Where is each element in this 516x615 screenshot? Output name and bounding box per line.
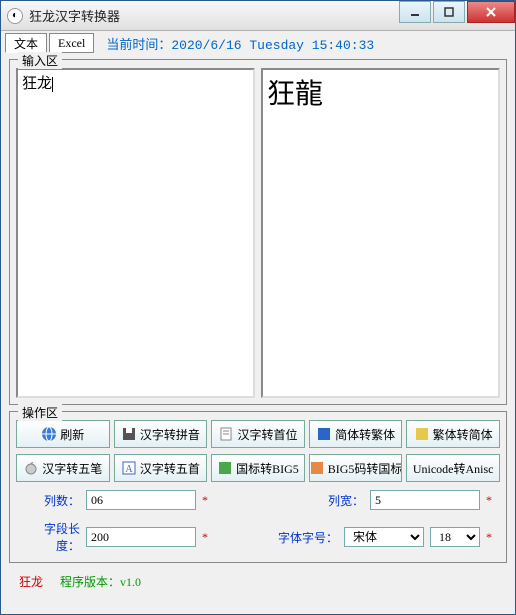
- app-icon: ◐: [7, 8, 23, 24]
- letter-icon: A: [121, 460, 137, 476]
- tab-text[interactable]: 文本: [5, 33, 47, 53]
- required-star: *: [202, 530, 208, 545]
- input-text: 狂龙: [22, 76, 52, 92]
- maximize-icon: [444, 7, 454, 17]
- seglen-input[interactable]: [86, 527, 196, 547]
- op-button-label: 繁体转简体: [433, 426, 493, 443]
- op-button[interactable]: BIG5码转国标: [309, 454, 403, 482]
- status-bar: 狂龙 程序版本：v1.0: [9, 569, 507, 594]
- close-icon: [485, 6, 497, 18]
- input-textarea[interactable]: 狂龙: [16, 68, 255, 398]
- op-button[interactable]: 汉字转五笔: [16, 454, 110, 482]
- time-prefix: 当前时间：: [106, 38, 171, 53]
- op-button-label: 汉字转首位: [237, 426, 297, 443]
- cols-input[interactable]: [86, 490, 196, 510]
- op-button[interactable]: 刷新: [16, 420, 110, 448]
- ops-group: 操作区 刷新汉字转拼音汉字转首位简体转繁体繁体转简体 汉字转五笔A汉字转五首国标…: [9, 411, 507, 563]
- op-button-label: BIG5码转国标: [328, 460, 403, 477]
- input-group: 输入区 狂龙 狂龍: [9, 59, 507, 405]
- field-row-1: 列数： * 列宽： *: [16, 488, 500, 512]
- required-star: *: [202, 493, 208, 508]
- textareas-row: 狂龙 狂龍: [16, 68, 500, 398]
- output-textarea[interactable]: 狂龍: [261, 68, 500, 398]
- sq-yellow-icon: [414, 426, 430, 442]
- op-button-label: 汉字转五笔: [42, 460, 102, 477]
- window-controls: [397, 1, 515, 30]
- status-version: 程序版本：v1.0: [60, 575, 141, 589]
- sq-orange-icon: [309, 460, 325, 476]
- content-area: 输入区 狂龙 狂龍 操作区 刷新 汉字转拼音 汉字转首位 简体转繁体 繁体转简体 汉字转…: [1, 55, 515, 614]
- caret-icon: [52, 77, 53, 92]
- apple-icon: [23, 460, 39, 476]
- op-button[interactable]: 汉字转首位: [211, 420, 305, 448]
- close-button[interactable]: [467, 1, 515, 23]
- op-button[interactable]: 国标转BIG5: [211, 454, 305, 482]
- width-label: 列宽：: [308, 492, 364, 509]
- output-text: 狂龍: [267, 79, 323, 110]
- op-button-label: Unicode转Anisc: [413, 460, 494, 477]
- minimize-button[interactable]: [399, 1, 431, 23]
- cols-label: 列数：: [24, 492, 80, 509]
- status-name: 狂龙: [19, 575, 43, 589]
- op-button-label: 国标转BIG5: [236, 460, 299, 477]
- current-time: 当前时间：2020/6/16 Tuesday 15:40:33: [106, 34, 374, 53]
- globe-icon: [41, 426, 57, 442]
- tab-excel[interactable]: Excel: [49, 33, 94, 53]
- op-button[interactable]: 汉字转拼音: [114, 420, 208, 448]
- sq-blue-icon: [316, 426, 332, 442]
- op-button-label: 刷新: [60, 426, 84, 443]
- op-button-label: 汉字转五首: [140, 460, 200, 477]
- minimize-icon: [410, 7, 420, 17]
- ops-row-1: 刷新 汉字转拼音 汉字转首位 简体转繁体 繁体转简体: [16, 420, 500, 448]
- disk-icon: [121, 426, 137, 442]
- op-button[interactable]: A 汉字转五首: [114, 454, 208, 482]
- input-legend: 输入区: [18, 52, 62, 69]
- svg-text:A: A: [125, 464, 133, 475]
- font-select[interactable]: 宋体: [344, 527, 424, 547]
- field-row-2: 字段长度： * 字体字号： 宋体 18 *: [16, 518, 500, 556]
- doc-icon: [218, 426, 234, 442]
- ops-row-2: 汉字转五笔 A 汉字转五首 国标转BIG5 BIG5码转国标 Unicode转Anisc: [16, 454, 500, 482]
- toolbar: 文本 Excel 当前时间：2020/6/16 Tuesday 15:40:33: [1, 31, 515, 55]
- ops-legend: 操作区: [18, 404, 62, 421]
- titlebar: ◐ 狂龙汉字转换器: [1, 1, 515, 31]
- fontsize-label: 字体字号：: [272, 529, 338, 546]
- required-star: *: [486, 530, 492, 545]
- maximize-button[interactable]: [433, 1, 465, 23]
- op-button[interactable]: Unicode转Anisc: [406, 454, 500, 482]
- seglen-label: 字段长度：: [24, 520, 80, 554]
- time-value: 2020/6/16 Tuesday 15:40:33: [171, 38, 374, 53]
- op-button[interactable]: 简体转繁体: [309, 420, 403, 448]
- sq-green-icon: [217, 460, 233, 476]
- op-button-label: 简体转繁体: [335, 426, 395, 443]
- op-button[interactable]: 繁体转简体: [406, 420, 500, 448]
- width-input[interactable]: [370, 490, 480, 510]
- op-button-label: 汉字转拼音: [140, 426, 200, 443]
- window-title: 狂龙汉字转换器: [29, 6, 397, 25]
- required-star: *: [486, 493, 492, 508]
- app-window: ◐ 狂龙汉字转换器 文本 Excel 当前时间：2020/6/16 Tuesda…: [0, 0, 516, 615]
- size-select[interactable]: 18: [430, 527, 480, 547]
- ops-rows: 刷新 汉字转拼音 汉字转首位 简体转繁体 繁体转简体 汉字转五笔 A 汉字转五首 国标转BIG…: [16, 420, 500, 556]
